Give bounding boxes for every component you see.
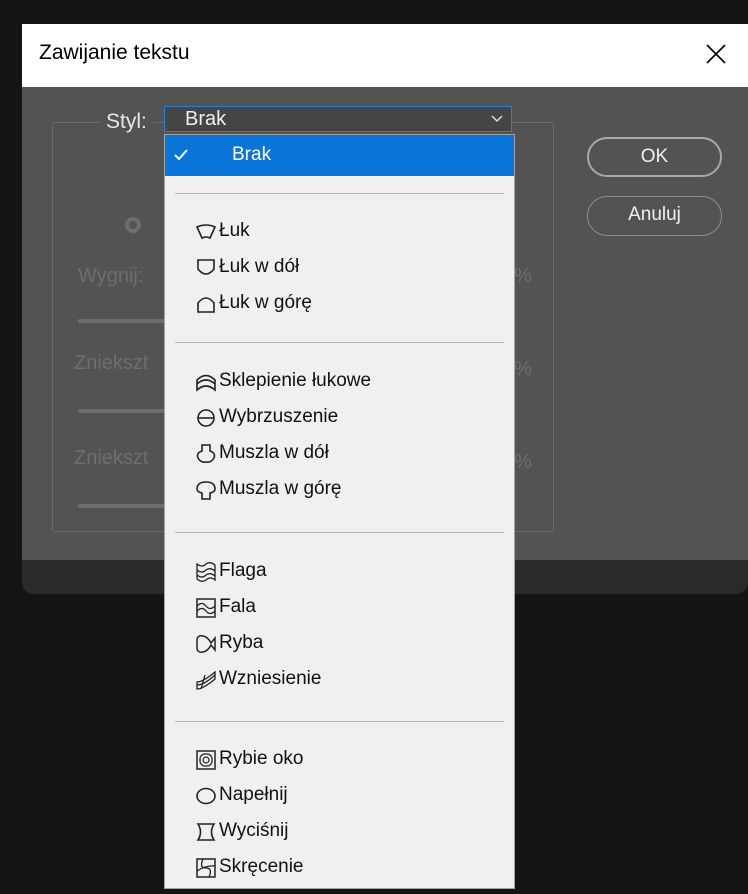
shell-upper-icon (196, 481, 216, 500)
dropdown-item-label: Sklepienie łukowe (219, 370, 372, 391)
horizontal-distortion-slider[interactable] (78, 409, 168, 413)
dropdown-item-label: Rybie oko (219, 748, 304, 769)
style-select-value: Brak (185, 108, 227, 130)
arch-icon (196, 374, 216, 392)
dropdown-item-label: Napełnij (219, 784, 288, 805)
fisheye-icon (196, 750, 216, 770)
dropdown-item-label: Łuk w dół (219, 256, 300, 277)
style-dropdown-list: Brak Łuk Łuk w dół Łuk w górę Sklepienie… (164, 134, 515, 889)
dropdown-item-label: Ryba (219, 632, 264, 653)
dropdown-separator (175, 721, 504, 722)
chevron-down-icon (491, 115, 503, 122)
title-bar: Zawijanie tekstu (22, 24, 748, 87)
bend-label: Wygnij: (78, 265, 144, 287)
dropdown-item-fish[interactable]: Ryba (195, 629, 495, 659)
dropdown-item-label: Flaga (219, 560, 267, 581)
horizontal-distortion-percent: % (514, 358, 532, 380)
ok-button[interactable]: OK (587, 137, 722, 177)
rise-icon (196, 670, 216, 690)
bend-slider[interactable] (78, 319, 168, 323)
vertical-distortion-percent: % (514, 451, 532, 473)
flag-icon (196, 562, 216, 582)
dropdown-item-label: Brak (232, 144, 272, 165)
arc-lower-icon (197, 259, 215, 275)
dropdown-separator (175, 342, 504, 343)
dropdown-item-arc-lower[interactable]: Łuk w dół (195, 253, 495, 283)
dropdown-item-flag[interactable]: Flaga (195, 557, 495, 587)
dropdown-item-label: Muszla w dół (219, 442, 329, 463)
dropdown-item-shell-lower[interactable]: Muszla w dół (195, 439, 495, 469)
dropdown-item-inflate[interactable]: Napełnij (195, 781, 495, 811)
dropdown-item-twist[interactable]: Skręcenie (195, 853, 495, 883)
dropdown-item-arc[interactable]: Łuk (195, 217, 495, 247)
dropdown-item-brak[interactable]: Brak (165, 135, 514, 176)
cancel-button[interactable]: Anuluj (587, 196, 722, 236)
arc-upper-icon (197, 297, 215, 313)
style-select[interactable]: Brak (164, 106, 512, 132)
twist-icon (196, 858, 216, 878)
wave-icon (196, 598, 216, 618)
dropdown-item-label: Łuk w górę (219, 292, 312, 313)
dropdown-item-arc-upper[interactable]: Łuk w górę (195, 289, 495, 319)
dropdown-item-label: Skręcenie (219, 856, 304, 877)
dropdown-item-arch[interactable]: Sklepienie łukowe (195, 367, 495, 397)
dropdown-item-label: Wzniesienie (219, 668, 322, 689)
orientation-radio[interactable] (125, 217, 141, 233)
dropdown-item-label: Wybrzuszenie (219, 406, 339, 427)
close-icon[interactable] (704, 42, 728, 66)
fish-icon (196, 635, 216, 653)
dropdown-item-label: Muszla w górę (219, 478, 342, 499)
arc-icon (195, 224, 217, 240)
vertical-distortion-slider[interactable] (78, 504, 168, 508)
bend-percent: % (514, 265, 532, 287)
dropdown-item-shell-upper[interactable]: Muszla w górę (195, 475, 495, 505)
dropdown-item-bulge[interactable]: Wybrzuszenie (195, 403, 495, 433)
style-label: Styl: (100, 110, 153, 134)
dropdown-item-label: Wyciśnij (219, 820, 289, 841)
inflate-icon (196, 787, 216, 805)
squeeze-icon (196, 823, 216, 841)
dropdown-item-label: Łuk (219, 220, 250, 241)
dialog-title: Zawijanie tekstu (39, 41, 190, 64)
dropdown-item-label: Fala (219, 596, 256, 617)
dropdown-item-squeeze[interactable]: Wyciśnij (195, 817, 495, 847)
dropdown-item-wave[interactable]: Fala (195, 593, 495, 623)
shell-lower-icon (196, 444, 216, 463)
horizontal-distortion-label: Zniekszt (74, 352, 149, 374)
vertical-distortion-label: Zniekszt (74, 447, 149, 469)
checkmark-icon (174, 149, 188, 161)
dropdown-separator (175, 193, 504, 194)
dropdown-item-fisheye[interactable]: Rybie oko (195, 745, 495, 775)
bulge-icon (197, 409, 215, 427)
dropdown-item-rise[interactable]: Wzniesienie (195, 665, 495, 695)
dropdown-separator (175, 532, 504, 533)
